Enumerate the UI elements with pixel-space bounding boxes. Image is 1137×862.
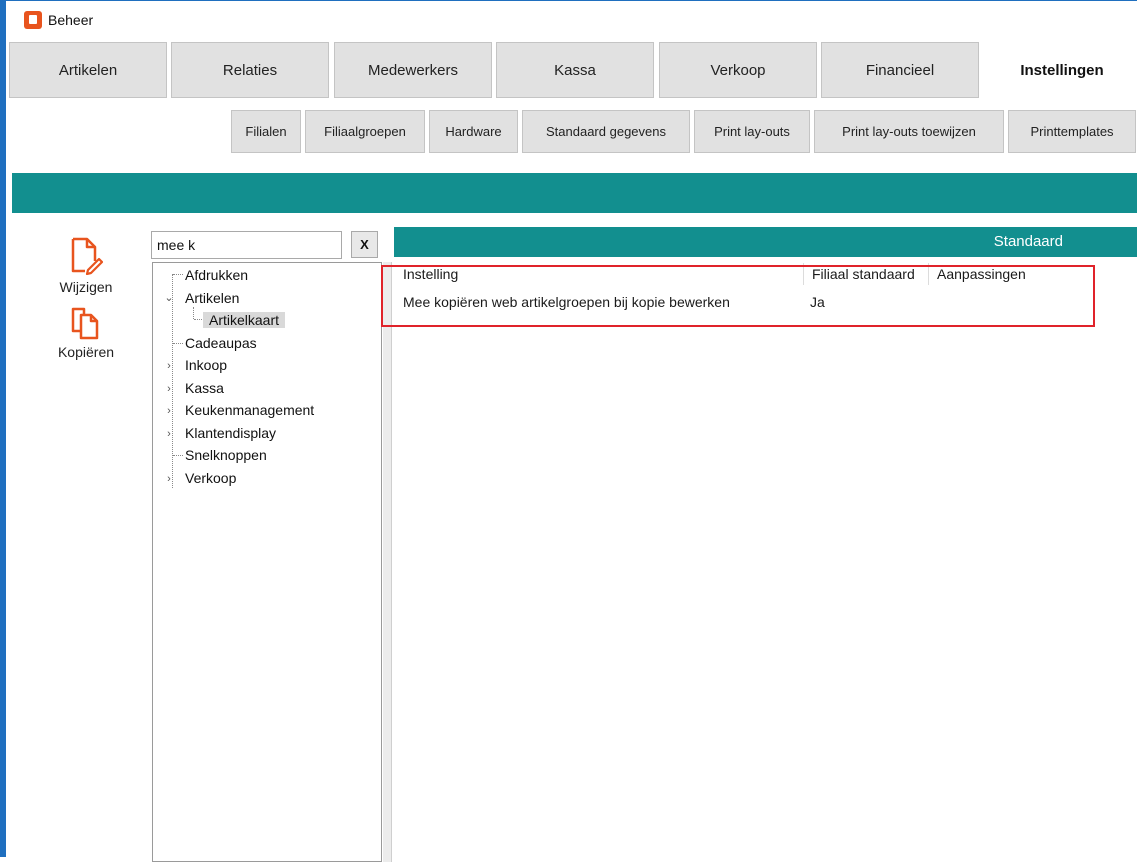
cell-setting: Mee kopiëren web artikelgroepen bij kopi… (403, 294, 730, 310)
chevron-right-icon[interactable]: › (163, 423, 175, 445)
copy-document-icon (71, 307, 99, 340)
tab-kassa[interactable]: Kassa (496, 42, 654, 98)
subtab-standaard-gegevens[interactable]: Standaard gegevens (522, 110, 690, 153)
accent-band (12, 173, 1137, 213)
subtab-printtemplates[interactable]: Printtemplates (1008, 110, 1136, 153)
tree-item-afdrukken[interactable]: Afdrukken (185, 264, 248, 286)
panel-header: Standaard (394, 227, 1137, 257)
clear-search-button[interactable]: X (351, 231, 378, 258)
subtab-print-layouts-toewijzen[interactable]: Print lay-outs toewijzen (814, 110, 1004, 153)
copy-button-label: Kopiëren (57, 344, 115, 360)
edit-button[interactable]: Wijzigen (44, 237, 128, 295)
tree-item-artikelkaart[interactable]: Artikelkaart (203, 309, 286, 331)
subtab-hardware[interactable]: Hardware (429, 110, 518, 153)
column-divider[interactable] (928, 263, 929, 285)
edit-document-icon (71, 237, 103, 275)
tree-item-keukenmanagement[interactable]: Keukenmanagement (185, 399, 314, 421)
tree-item-cadeaupas[interactable]: Cadeaupas (185, 332, 257, 354)
chevron-right-icon[interactable]: › (163, 400, 175, 422)
cell-branch-default: Ja (810, 294, 825, 310)
column-header-adjustments[interactable]: Aanpassingen (937, 261, 1026, 287)
title-bar: Beheer (16, 1, 1136, 39)
panel-header-title: Standaard (993, 233, 1063, 250)
tree-connector (173, 455, 183, 456)
tree-item-klantendisplay[interactable]: Klantendisplay (185, 422, 276, 444)
tab-financieel[interactable]: Financieel (821, 42, 979, 98)
tree-connector (173, 274, 183, 275)
subtab-filiaalgroepen[interactable]: Filiaalgroepen (305, 110, 425, 153)
tab-verkoop[interactable]: Verkoop (659, 42, 817, 98)
tree-item-kassa[interactable]: Kassa (185, 377, 224, 399)
tab-medewerkers[interactable]: Medewerkers (334, 42, 492, 98)
tab-artikelen[interactable]: Artikelen (9, 42, 167, 98)
subtab-print-layouts[interactable]: Print lay-outs (694, 110, 810, 153)
subtab-filialen[interactable]: Filialen (231, 110, 301, 153)
tab-instellingen[interactable]: Instellingen (983, 42, 1137, 98)
search-input[interactable] (151, 231, 342, 259)
column-header-branch-default[interactable]: Filiaal standaard (812, 261, 915, 287)
chevron-down-icon[interactable]: ⌄ (163, 287, 175, 309)
window: Beheer Artikelen Relaties Medewerkers Ka… (0, 0, 1137, 862)
copy-button[interactable]: Kopiëren (44, 306, 128, 360)
tree-item-verkoop[interactable]: Verkoop (185, 467, 236, 489)
tree-item-snelknoppen[interactable]: Snelknoppen (185, 444, 267, 466)
window-title: Beheer (48, 12, 94, 28)
grid-header-row: Instelling Filiaal standaard Aanpassinge… (394, 261, 1137, 287)
chevron-right-icon[interactable]: › (163, 378, 175, 400)
tree-item-inkoop[interactable]: Inkoop (185, 354, 227, 376)
table-row[interactable]: Mee kopiëren web artikelgroepen bij kopi… (394, 289, 1137, 315)
panel-splitter[interactable] (383, 262, 392, 862)
app-logo-icon (24, 11, 42, 29)
tree-connector (173, 343, 183, 344)
chevron-right-icon[interactable]: › (163, 468, 175, 490)
chevron-right-icon[interactable]: › (163, 355, 175, 377)
settings-tree[interactable]: Afdrukken ⌄ Artikelen Artikelkaart Cadea… (152, 262, 382, 862)
column-divider[interactable] (803, 263, 804, 285)
tab-relaties[interactable]: Relaties (171, 42, 329, 98)
tree-item-artikelen[interactable]: Artikelen (185, 287, 239, 309)
edit-button-label: Wijzigen (59, 279, 113, 295)
column-header-setting[interactable]: Instelling (403, 261, 458, 287)
